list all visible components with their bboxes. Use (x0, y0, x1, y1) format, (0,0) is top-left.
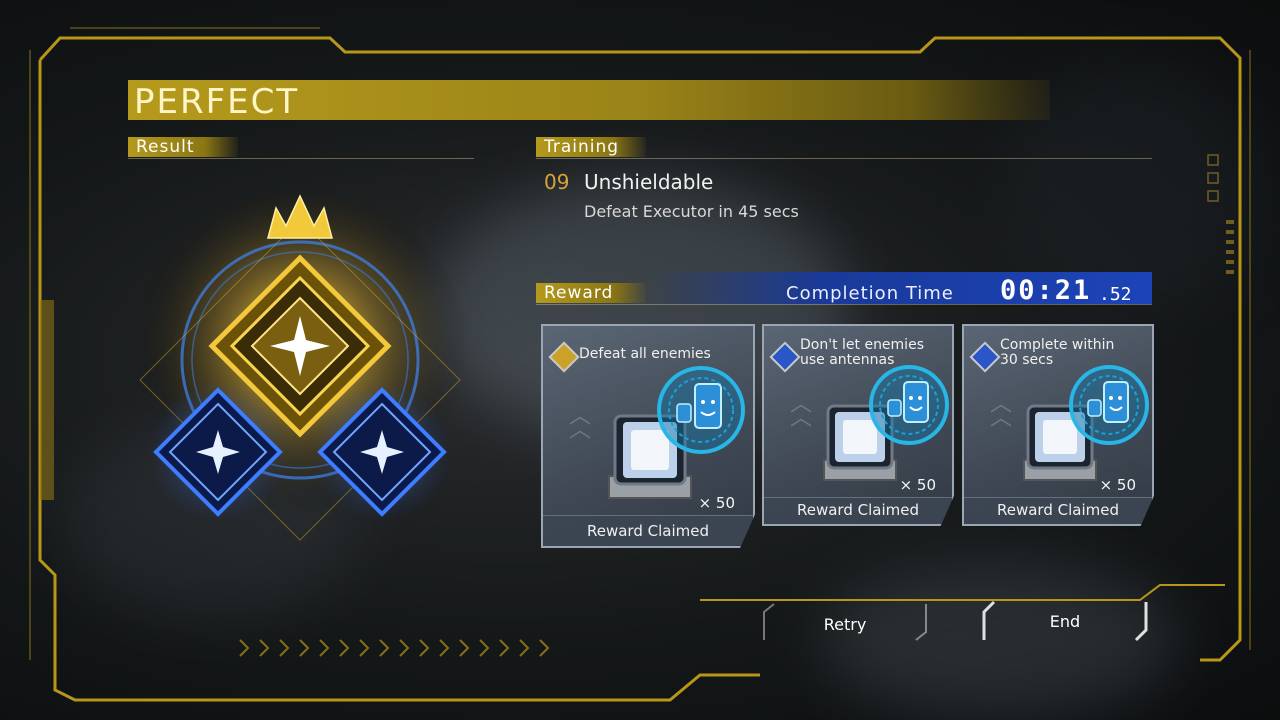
end-button-label: End (1049, 612, 1081, 631)
congratulations-stamp-icon (1069, 365, 1149, 445)
reward-status: Reward Claimed (587, 522, 709, 540)
congratulations-stamp-icon (657, 366, 745, 454)
training-description: Defeat Executor in 45 secs (584, 202, 799, 221)
training-name: Unshieldable (584, 170, 714, 194)
training-section-header: Training (536, 137, 1152, 159)
blue-diamond-icon (969, 341, 1001, 373)
reward-card-2[interactable]: Don't let enemies use antennas ︿ ︿ × 50 R… (762, 324, 954, 526)
reward-card-3[interactable]: Complete within 30 secs ︿ ︿ × 50 Reward C… (962, 324, 1154, 526)
reward-card-1[interactable]: Defeat all enemies ︿ ︿ × 50 Reward Claime… (541, 324, 755, 548)
blue-diamond-icon (769, 341, 801, 373)
reward-quantity: × 50 (1099, 476, 1136, 494)
reward-status: Reward Claimed (797, 501, 919, 519)
completion-time-label: Completion Time (786, 283, 954, 304)
rank-chevron-icon: ︿ ︿ (990, 392, 1013, 431)
reward-condition: Complete within (1000, 337, 1115, 353)
training-number: 09 (544, 170, 570, 194)
reward-condition: Don't let enemies (800, 337, 924, 353)
training-section-label: Training (544, 137, 620, 157)
reward-condition: Defeat all enemies (579, 346, 711, 362)
gold-diamond-icon (548, 341, 580, 373)
rank-chevron-icon: ︿ ︿ (790, 392, 813, 431)
completion-time-ms: .52 (1099, 284, 1132, 305)
retry-button[interactable]: Retry (760, 600, 930, 644)
retry-button-label: Retry (823, 615, 867, 634)
completion-time-value: 00:21 (1000, 275, 1092, 306)
congratulations-stamp-icon (869, 365, 949, 445)
end-button[interactable]: End (980, 600, 1150, 644)
reward-status: Reward Claimed (997, 501, 1119, 519)
result-section-header: Result (128, 137, 474, 159)
reward-quantity: × 50 (899, 476, 936, 494)
perfect-rank-emblem (130, 190, 470, 541)
result-section-label: Result (136, 137, 195, 157)
result-grade-title: PERFECT (134, 82, 300, 122)
rank-chevron-icon: ︿ ︿ (569, 404, 592, 443)
reward-quantity: × 50 (698, 494, 735, 512)
reward-section-label: Reward (544, 283, 614, 303)
